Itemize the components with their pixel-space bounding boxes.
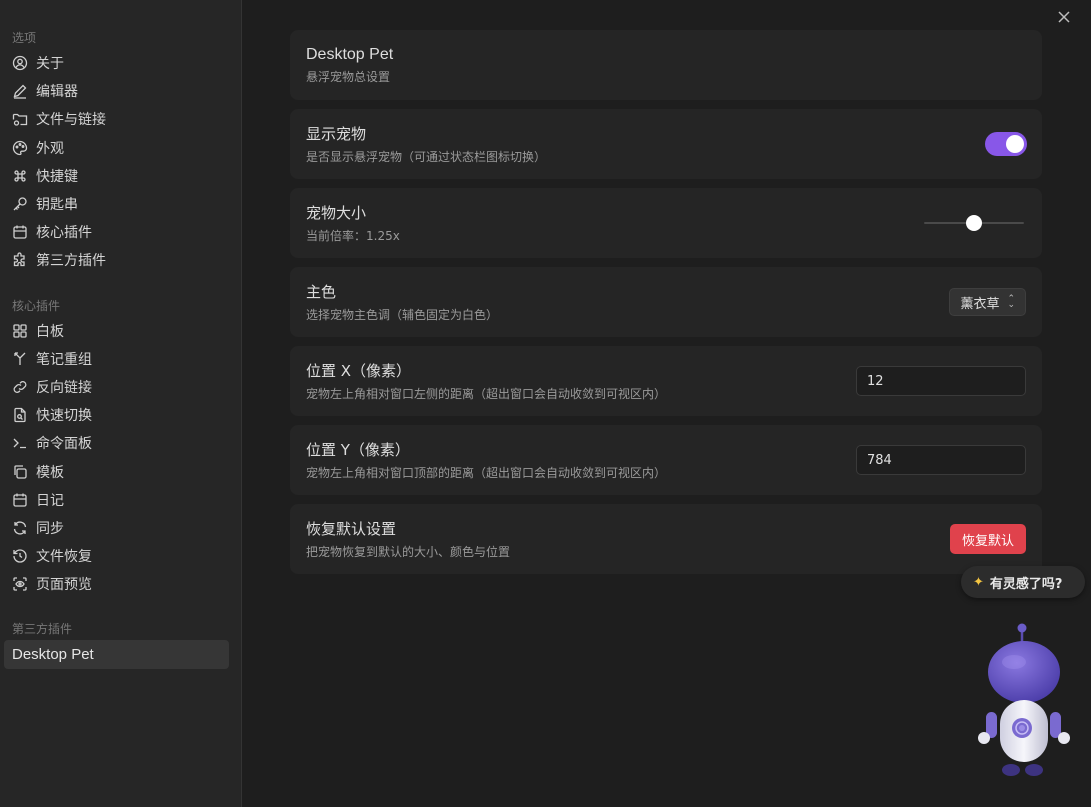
sidebar-item-backlinks[interactable]: 反向链接 (0, 373, 241, 401)
setting-show-pet: 显示宠物 是否显示悬浮宠物（可通过状态栏图标切换） (290, 109, 1042, 179)
position-x-input[interactable] (856, 366, 1026, 396)
section-header-core-plugins: 核心插件 (12, 298, 61, 313)
setting-position-y: 位置 Y（像素） 宠物左上角相对窗口顶部的距离（超出窗口会自动收敛到可视区内） (290, 425, 1042, 495)
sidebar-item-sync[interactable]: 同步 (0, 514, 241, 542)
section-header-options: 选项 (12, 31, 37, 45)
history-icon (13, 549, 27, 563)
sidebar-item-keychain[interactable]: 钥匙串 (0, 190, 241, 218)
sidebar-item-appearance[interactable]: 外观 (0, 134, 241, 162)
sidebar-item-command-palette[interactable]: 命令面板 (0, 429, 241, 457)
setting-description: 是否显示悬浮宠物（可通过状态栏图标切换） (306, 150, 547, 164)
sidebar-item-label: 反向链接 (36, 379, 92, 396)
close-icon[interactable] (1055, 8, 1073, 26)
sidebar-item-quick-switcher[interactable]: 快速切换 (0, 401, 241, 429)
puzzle-icon (13, 252, 25, 267)
setting-main-color: 主色 选择宠物主色调（辅色固定为白色） 薰衣草 ⌃ ⌄ (290, 267, 1042, 337)
sidebar-item-label: 同步 (36, 520, 64, 537)
chevron-up-down-icon: ⌃ ⌄ (1007, 294, 1015, 310)
sidebar-item-label: 命令面板 (36, 436, 92, 453)
sidebar-item-label: 钥匙串 (36, 197, 78, 214)
sidebar-item-label: 编辑器 (36, 84, 78, 101)
plugin-title: Desktop Pet (306, 45, 394, 63)
plugin-heading-card: Desktop Pet 悬浮宠物总设置 (290, 30, 1042, 100)
setting-position-x: 位置 X（像素） 宠物左上角相对窗口左侧的距离（超出窗口会自动收敛到可视区内） (290, 346, 1042, 416)
setting-title: 宠物大小 (306, 204, 367, 222)
sidebar-item-editor[interactable]: 编辑器 (0, 77, 241, 105)
calendar-icon (13, 493, 27, 507)
calendar-plug-icon (13, 225, 27, 239)
sidebar-item-file-recovery[interactable]: 文件恢复 (0, 542, 241, 570)
sidebar-item-label: Desktop Pet (12, 645, 94, 663)
command-icon (14, 170, 26, 182)
layout-grid-icon (13, 323, 27, 338)
terminal-icon (13, 438, 26, 449)
setting-reset: 恢复默认设置 把宠物恢复到默认的大小、颜色与位置 恢复默认 (290, 504, 1042, 574)
setting-title: 位置 X（像素） (306, 362, 412, 380)
sidebar-item-label: 快速切换 (36, 408, 92, 425)
sidebar-item-label: 页面预览 (36, 577, 92, 594)
setting-description: 把宠物恢复到默认的大小、颜色与位置 (306, 545, 511, 559)
sidebar-item-label: 快捷键 (36, 168, 78, 185)
folder-cog-icon (12, 114, 28, 127)
user-circle-icon (12, 55, 28, 71)
select-value: 薰衣草 (960, 296, 1000, 312)
settings-content: Desktop Pet 悬浮宠物总设置 显示宠物 是否显示悬浮宠物（可通过状态栏… (242, 0, 1091, 807)
setting-title: 显示宠物 (306, 125, 367, 143)
sidebar-item-files-links[interactable]: 文件与链接 (0, 105, 241, 133)
setting-description: 宠物左上角相对窗口左侧的距离（超出窗口会自动收敛到可视区内） (306, 387, 667, 401)
pet-size-slider[interactable] (924, 213, 1024, 233)
key-icon (13, 197, 27, 211)
setting-pet-size: 宠物大小 当前倍率：1.25x (290, 188, 1042, 258)
main-color-select[interactable]: 薰衣草 ⌃ ⌄ (949, 288, 1026, 316)
sidebar-item-community-plugins[interactable]: 第三方插件 (0, 246, 241, 274)
bubble-text: 有灵感了吗? (989, 576, 1063, 592)
desktop-pet-robot[interactable] (972, 620, 1076, 782)
slider-handle[interactable] (966, 215, 982, 231)
show-pet-toggle[interactable] (985, 132, 1027, 156)
pet-speech-bubble[interactable]: ✦ 有灵感了吗? (961, 566, 1085, 598)
sparkles-icon: ✦ (973, 574, 984, 590)
file-search-icon (14, 408, 26, 423)
sidebar-item-canvas[interactable]: 白板 (0, 317, 241, 345)
setting-title: 主色 (306, 283, 337, 301)
sidebar-item-page-preview[interactable]: 页面预览 (0, 570, 241, 598)
sidebar-item-templates[interactable]: 模板 (0, 457, 241, 485)
sidebar-item-label: 笔记重组 (36, 351, 92, 368)
sidebar-item-label: 文件恢复 (36, 549, 92, 566)
link-icon (13, 381, 27, 393)
setting-title: 恢复默认设置 (306, 520, 397, 538)
setting-description: 选择宠物主色调（辅色固定为白色） (306, 308, 499, 322)
sidebar-item-label: 核心插件 (36, 225, 92, 242)
settings-sidebar: 选项 关于 编辑器 文件与链接 外观 快捷键 钥匙串 核心插件 第三方插件 核心… (0, 0, 242, 807)
sidebar-item-hotkeys[interactable]: 快捷键 (0, 162, 241, 190)
sidebar-item-core-plugins[interactable]: 核心插件 (0, 218, 241, 246)
sidebar-item-label: 日记 (36, 492, 64, 509)
sidebar-item-label: 关于 (36, 56, 64, 73)
merge-icon (14, 352, 26, 365)
position-y-input[interactable] (856, 445, 1026, 475)
sidebar-item-label: 白板 (36, 323, 64, 340)
palette-icon (12, 140, 28, 155)
scan-eye-icon (13, 577, 27, 591)
sidebar-item-note-composer[interactable]: 笔记重组 (0, 345, 241, 373)
copy-icon (14, 464, 27, 479)
sidebar-item-label: 外观 (36, 140, 64, 157)
sidebar-item-label: 第三方插件 (36, 253, 106, 270)
sidebar-item-daily-notes[interactable]: 日记 (0, 486, 241, 514)
sidebar-item-label: 模板 (36, 464, 64, 481)
setting-description: 宠物左上角相对窗口顶部的距离（超出窗口会自动收敛到可视区内） (306, 466, 667, 480)
toggle-knob (1006, 135, 1024, 153)
refresh-icon (13, 521, 27, 535)
reset-defaults-button[interactable]: 恢复默认 (949, 524, 1026, 554)
section-header-community-plugins: 第三方插件 (12, 622, 73, 637)
sidebar-item-about[interactable]: 关于 (0, 49, 241, 77)
sidebar-item-label: 文件与链接 (36, 112, 106, 129)
plugin-description: 悬浮宠物总设置 (306, 69, 391, 84)
sidebar-item-desktop-pet[interactable]: Desktop Pet (4, 640, 229, 669)
settings-window: 选项 关于 编辑器 文件与链接 外观 快捷键 钥匙串 核心插件 第三方插件 核心… (0, 0, 1091, 807)
setting-description: 当前倍率：1.25x (306, 229, 400, 243)
pencil-icon (13, 84, 27, 99)
setting-title: 位置 Y（像素） (306, 441, 410, 459)
